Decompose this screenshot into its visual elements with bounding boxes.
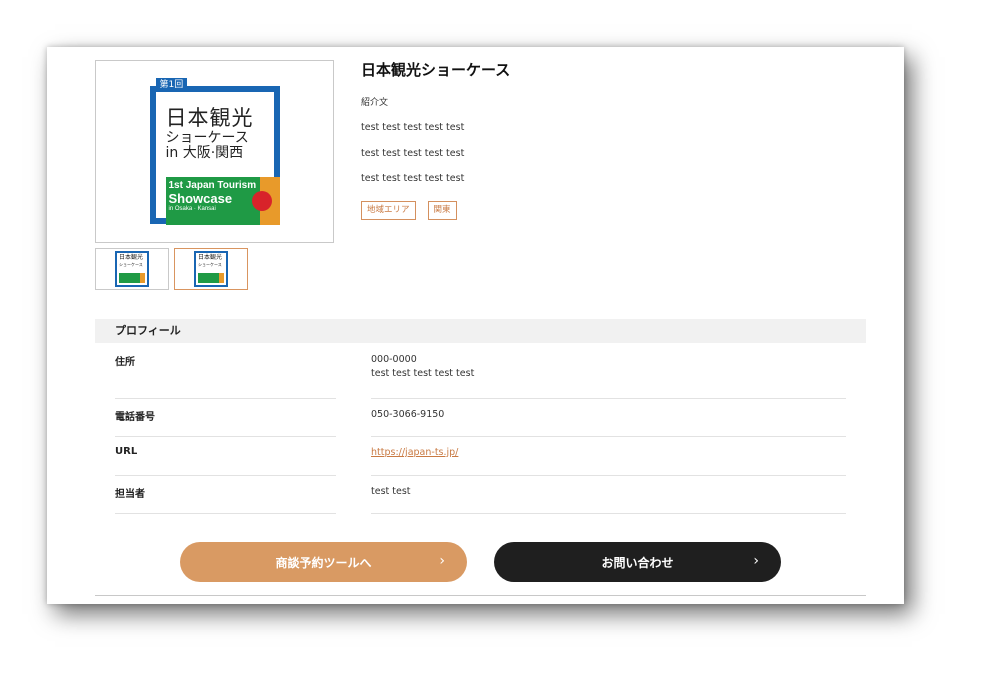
row-divider xyxy=(371,436,846,437)
row-divider xyxy=(371,513,846,514)
thumbnail-logo: 日本観光 ショーケース xyxy=(115,251,149,287)
address-value: 000-0000 test test test test test xyxy=(371,353,474,381)
chevron-right-icon: › xyxy=(753,553,759,569)
logo-english-block: 1st Japan Tourism Showcase in Osaka · Ka… xyxy=(165,176,262,225)
tag-region-area[interactable]: 地域エリア xyxy=(361,201,416,220)
bottom-divider xyxy=(95,595,866,596)
row-divider xyxy=(115,398,336,399)
url-value: https://japan-ts.jp/ xyxy=(371,446,458,460)
thumbnail-logo: 日本観光 ショーケース xyxy=(194,251,228,287)
phone-value: 050-3066-9150 xyxy=(371,409,445,420)
thumbnail-2-selected[interactable]: 日本観光 ショーケース xyxy=(174,248,248,290)
row-divider xyxy=(371,398,846,399)
chevron-right-icon: › xyxy=(439,553,445,569)
meeting-booking-tool-label: 商談予約ツールへ xyxy=(275,555,372,570)
contact-person-label: 担当者 xyxy=(115,489,145,500)
logo-badge: 第1回 xyxy=(155,77,188,92)
contact-button-label: お問い合わせ xyxy=(601,555,674,570)
tag-list: 地域エリア 関東 xyxy=(361,201,457,220)
thumbnail-1[interactable]: 日本観光 ショーケース xyxy=(95,248,169,290)
showcase-logo: 日本観光 ショーケース in 大阪·関西 1st Japan Tourism S… xyxy=(146,77,284,226)
description-line: test test test test test xyxy=(361,148,465,159)
intro-label: 紹介文 xyxy=(361,98,389,108)
row-divider xyxy=(115,513,336,514)
product-title: 日本観光ショーケース xyxy=(361,61,511,79)
tag-kanto[interactable]: 関東 xyxy=(427,201,457,220)
logo-frame: 日本観光 ショーケース in 大阪·関西 1st Japan Tourism S… xyxy=(149,85,280,225)
contact-person-value: test test xyxy=(371,486,411,497)
contact-button[interactable]: お問い合わせ › xyxy=(494,542,781,582)
description-line: test test test test test xyxy=(361,173,465,184)
logo-japanese-text: 日本観光 ショーケース in 大阪·関西 xyxy=(165,105,254,162)
row-divider xyxy=(371,475,846,476)
row-divider xyxy=(115,475,336,476)
url-label: URL xyxy=(115,446,138,457)
profile-section-header: プロフィール xyxy=(95,319,866,343)
main-product-image: 日本観光 ショーケース in 大阪·関西 1st Japan Tourism S… xyxy=(95,60,334,243)
address-line: test test test test test xyxy=(371,367,475,379)
phone-label: 電話番号 xyxy=(115,412,155,423)
meeting-booking-tool-button[interactable]: 商談予約ツールへ › xyxy=(180,542,467,582)
address-label: 住所 xyxy=(115,357,135,368)
website-link[interactable]: https://japan-ts.jp/ xyxy=(371,447,458,458)
product-detail-card: 日本観光 ショーケース in 大阪·関西 1st Japan Tourism S… xyxy=(47,47,904,604)
row-divider xyxy=(115,436,336,437)
postal-code: 000-0000 xyxy=(371,354,417,365)
logo-flag-mark xyxy=(251,176,280,225)
description-line: test test test test test xyxy=(361,122,465,133)
